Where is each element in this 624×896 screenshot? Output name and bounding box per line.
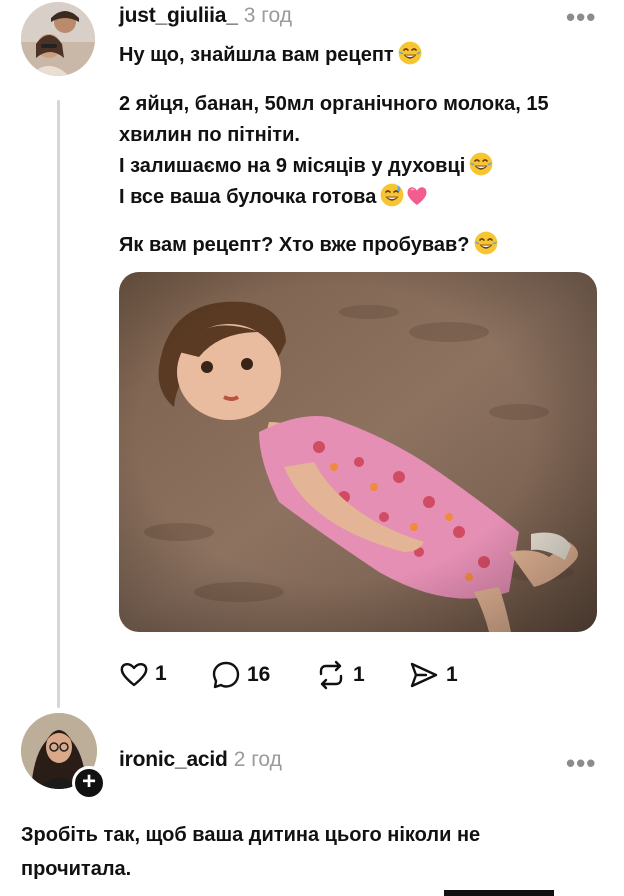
- comment-count: 16: [247, 663, 271, 686]
- post-greeting-text: Ну що, знайшла вам рецепт: [119, 44, 394, 66]
- face-with-tears-of-joy-emoji: [397, 40, 423, 66]
- share-count: 1: [446, 663, 458, 686]
- post-recipe: 2 яйця, банан, 50мл органічного молока, …: [119, 89, 609, 213]
- post-question-text: Як вам рецепт? Хто вже пробував?: [119, 234, 470, 256]
- send-paper-plane-icon: [410, 662, 438, 688]
- heart-outline-icon: [120, 663, 148, 687]
- recipe-line: І залишаємо на 9 місяців у духовці: [119, 155, 466, 177]
- more-horizontal-icon[interactable]: •••: [566, 2, 596, 33]
- reply-text-line: прочитала.: [21, 858, 132, 880]
- repost-arrows-icon: [319, 660, 343, 690]
- more-horizontal-icon[interactable]: •••: [566, 748, 596, 779]
- recipe-line: хвилин по пітніти.: [119, 124, 300, 146]
- plus-icon: +: [81, 768, 96, 795]
- speech-bubble-icon: [212, 661, 240, 689]
- face-with-tears-of-joy-emoji: [473, 230, 499, 256]
- face-with-tears-of-joy-emoji: [468, 151, 494, 177]
- recipe-line-with-emoji: І все ваша булочка готова: [119, 182, 609, 213]
- thread-line: [57, 100, 60, 708]
- like-button[interactable]: 1: [119, 660, 167, 688]
- like-count: 1: [155, 662, 167, 685]
- post-header: just_giuliia_ 3 год: [119, 4, 292, 28]
- home-indicator: [444, 890, 554, 896]
- reply-text: Зробіть так, щоб ваша дитина цього нікол…: [21, 818, 601, 886]
- follow-button[interactable]: +: [72, 766, 106, 800]
- timestamp: 3 год: [243, 4, 292, 27]
- grinning-face-with-sweat-emoji: [379, 182, 405, 208]
- username[interactable]: just_giuliia_: [119, 4, 238, 27]
- share-button[interactable]: 1: [408, 660, 458, 690]
- reply-text-line: Зробіть так, щоб ваша дитина цього нікол…: [21, 824, 481, 846]
- pink-heart-emoji: [405, 184, 429, 208]
- post-question: Як вам рецепт? Хто вже пробував?: [119, 230, 609, 261]
- comment-button[interactable]: 16: [211, 660, 270, 690]
- repost-count: 1: [353, 663, 365, 686]
- repost-button[interactable]: 1: [315, 660, 365, 690]
- recipe-line-with-emoji: І залишаємо на 9 місяців у духовці: [119, 151, 609, 182]
- recipe-line: І все ваша булочка готова: [119, 186, 377, 208]
- recipe-line: 2 яйця, банан, 50мл органічного молока, …: [119, 93, 549, 115]
- post-photo[interactable]: [119, 272, 597, 632]
- post-greeting: Ну що, знайшла вам рецепт: [119, 40, 609, 71]
- timestamp: 2 год: [233, 748, 282, 771]
- reply-header: ironic_acid 2 год: [119, 748, 282, 772]
- username[interactable]: ironic_acid: [119, 748, 228, 771]
- avatar[interactable]: [21, 2, 95, 76]
